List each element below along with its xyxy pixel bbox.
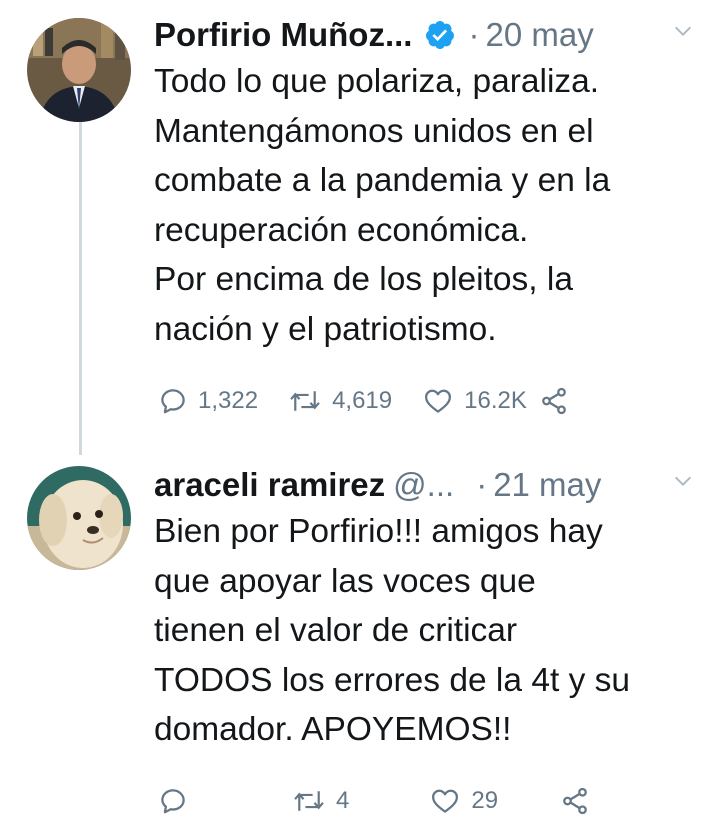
reply-icon [161,789,185,814]
like-button[interactable]: 29 [429,786,498,816]
chevron-down-icon[interactable] [672,470,694,492]
retweet-count: 4 [336,787,350,814]
like-count: 29 [471,787,499,814]
like-count: 16.2K [464,387,527,414]
avatar-porfirio[interactable] [27,18,131,122]
tweet-text: Bien por Porfirio!!! amigos hay que apoy… [154,513,631,748]
tweet-text: Todo lo que polariza, paraliza. Mantengá… [154,63,611,348]
reply-button[interactable]: 1,322 [158,386,258,416]
verified-icon [426,21,455,49]
author-name[interactable]: Porfirio Muñoz... [154,16,412,54]
share-button[interactable] [539,386,569,416]
author-handle[interactable]: @... [393,466,454,504]
tweet-date[interactable]: 21 may [493,466,601,504]
thread-line [79,120,82,455]
share-icon [563,787,587,815]
tweet-date[interactable]: 20 may [485,16,593,54]
like-button[interactable]: 16.2K [422,386,527,416]
separator-dot: · [476,466,488,503]
retweet-count: 4,619 [332,387,393,414]
share-button[interactable] [560,786,590,816]
retweet-button[interactable]: 4 [292,786,349,816]
separator-dot: · [468,16,480,53]
share-icon [541,387,566,415]
like-icon [425,389,452,413]
avatar-araceli[interactable] [27,466,131,570]
retweet-icon [290,391,320,411]
reply-count: 1,322 [198,387,259,414]
reply-icon [161,389,185,414]
reply-button[interactable] [158,786,198,816]
like-icon [432,789,459,813]
author-name[interactable]: araceli ramirez [154,466,385,504]
retweet-icon [294,791,324,811]
chevron-down-icon[interactable] [672,20,694,42]
retweet-button[interactable]: 4,619 [288,386,392,416]
